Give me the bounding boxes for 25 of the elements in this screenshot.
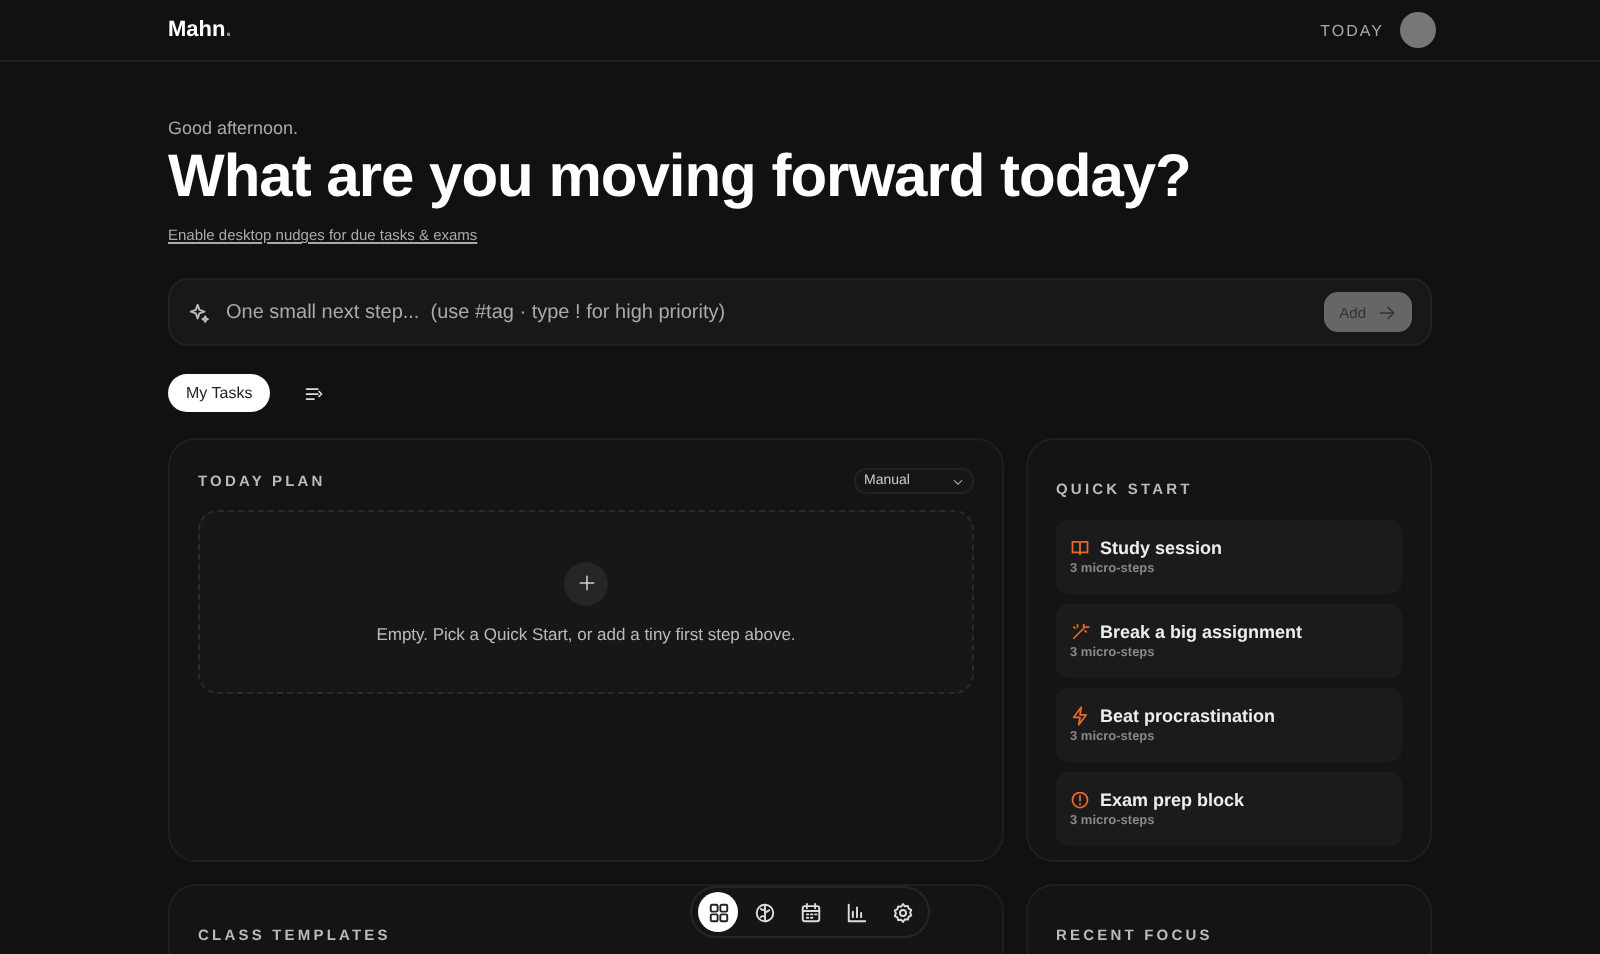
sparkle-icon	[188, 301, 210, 323]
arrow-right-icon	[1378, 303, 1396, 321]
list-icon	[304, 383, 325, 403]
page-heading: What are you moving forward today?	[168, 142, 1193, 214]
chevron-down-icon	[952, 475, 964, 487]
avatar[interactable]	[1400, 12, 1436, 48]
book-icon	[1070, 538, 1090, 558]
logo: Mahn.	[168, 18, 232, 42]
settings-icon	[891, 901, 913, 923]
quick-start-title: Study session	[1100, 538, 1223, 558]
lightning-icon	[1070, 706, 1090, 726]
magic-wand-icon	[1070, 622, 1090, 642]
tab[interactable]: My Tasks	[168, 374, 271, 412]
quick-start-title: Exam prep block	[1100, 790, 1245, 810]
nav-button[interactable]	[698, 892, 738, 932]
quick-start-title: Break a big assignment	[1100, 622, 1303, 642]
bar-chart-icon	[845, 901, 867, 923]
alert-icon	[1070, 790, 1090, 810]
quick-start-title: Beat procrastination	[1100, 706, 1276, 726]
grid-icon	[707, 901, 729, 923]
empty-state-text: Empty. Pick a Quick Start, or add a tiny first step above.	[376, 623, 796, 643]
greeting: Good afternoon.	[168, 118, 301, 138]
today-label: TODAY	[1320, 21, 1384, 39]
calendar-icon	[799, 901, 821, 923]
plus-icon[interactable]	[564, 561, 608, 605]
